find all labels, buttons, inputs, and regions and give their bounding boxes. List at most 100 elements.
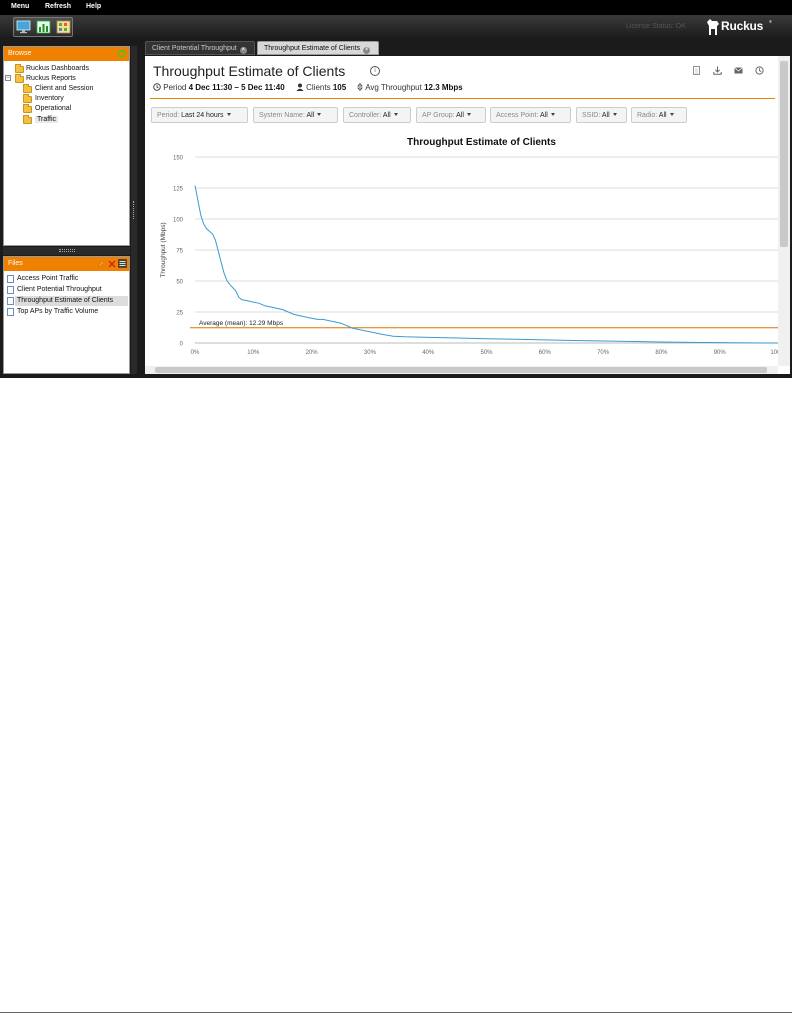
x-tick-label: 80% <box>655 350 668 356</box>
tab-throughput-estimate-of-clients[interactable]: Throughput Estimate of Clients × <box>257 41 379 55</box>
clients-label: Clients <box>306 83 331 92</box>
x-tick-label: 20% <box>306 350 319 356</box>
file-item-top-aps-by-traffic-volume[interactable]: Top APs by Traffic Volume <box>17 308 98 315</box>
refresh-icon[interactable] <box>117 49 126 58</box>
x-tick-label: 60% <box>539 350 552 356</box>
brand-logo: Ruckus ® <box>705 16 773 38</box>
tree-item-ruckus-dashboards[interactable]: Ruckus Dashboards <box>26 65 89 72</box>
y-tick-label: 100 <box>173 218 184 224</box>
filter-label: SSID: <box>582 112 601 119</box>
file-item-access-point-traffic[interactable]: Access Point Traffic <box>17 275 78 282</box>
download-icon[interactable] <box>713 66 722 75</box>
filter-label: AP Group: <box>422 112 455 119</box>
tree-item-ruckus-reports[interactable]: Ruckus Reports <box>26 75 76 82</box>
schedule-clock-icon[interactable] <box>755 66 764 75</box>
email-icon[interactable] <box>734 66 743 75</box>
filter-value: All <box>456 112 464 119</box>
chevron-down-icon <box>226 113 231 116</box>
chart-title: Throughput Estimate of Clients <box>407 137 556 148</box>
ruckus-dog-icon <box>707 19 719 35</box>
csv-file-icon[interactable] <box>692 66 701 75</box>
filter-radio[interactable]: Radio: All <box>631 107 687 123</box>
filter-ssid[interactable]: SSID: All <box>576 107 627 123</box>
vertical-scrollbar[interactable] <box>778 56 790 366</box>
avg-throughput-value: 12.3 Mbps <box>424 83 463 92</box>
open-folder-icon <box>23 115 32 124</box>
report-chart-icon[interactable] <box>36 20 51 34</box>
filter-value: All <box>306 112 315 119</box>
filter-system-name[interactable]: System Name: All <box>253 107 338 123</box>
tab-label: Client Potential Throughput <box>152 45 237 52</box>
clients-value: 105 <box>332 83 347 92</box>
menu-item-refresh[interactable]: Refresh <box>45 3 71 10</box>
report-meta: Period 4 Dec 11:30 – 5 Dec 11:40 Clients… <box>153 82 463 92</box>
chevron-down-icon <box>317 113 322 116</box>
x-tick-label: 40% <box>422 350 435 356</box>
document-icon <box>7 275 14 283</box>
filter-value: All <box>382 112 391 119</box>
files-panel-header: Files <box>4 257 129 271</box>
tree-item-client-and-session[interactable]: Client and Session <box>35 85 93 92</box>
horizontal-splitter[interactable] <box>3 247 130 255</box>
x-tick-label: 0% <box>191 350 200 356</box>
chevron-down-icon <box>466 113 471 116</box>
page-bottom-rule <box>0 1012 792 1013</box>
filter-label: Access Point: <box>496 112 539 119</box>
avg-throughput-label: Avg Throughput <box>365 83 422 92</box>
tab-label: Throughput Estimate of Clients <box>264 45 361 52</box>
tree-item-traffic[interactable]: Traffic <box>35 116 59 123</box>
report-title: Throughput Estimate of Clients <box>153 63 346 79</box>
folder-icon <box>23 94 32 103</box>
y-tick-label: 75 <box>176 249 183 255</box>
filter-label: Period: <box>157 112 180 119</box>
updown-arrows-icon <box>357 82 364 92</box>
files-panel-title: Files <box>8 260 23 267</box>
filter-controller[interactable]: Controller: All <box>343 107 411 123</box>
x-tick-label: 100% <box>770 350 778 356</box>
filter-ap-group[interactable]: AP Group: All <box>416 107 486 123</box>
file-item-client-potential-throughput[interactable]: Client Potential Throughput <box>17 286 102 293</box>
x-tick-label: 50% <box>480 350 493 356</box>
tree-item-operational[interactable]: Operational <box>35 105 71 112</box>
filter-value: All <box>658 112 667 119</box>
filter-access-point[interactable]: Access Point: All <box>490 107 571 123</box>
user-icon <box>296 83 304 91</box>
folder-icon <box>15 64 24 73</box>
clock-icon <box>153 83 161 91</box>
filter-label: Controller: <box>349 112 382 119</box>
files-panel: Files Access Point Traffic Client Potent… <box>3 256 130 374</box>
calendar-grid-icon[interactable] <box>56 20 71 34</box>
close-icon[interactable]: × <box>239 47 247 54</box>
filter-period[interactable]: Period: Last 24 hours <box>151 107 248 123</box>
tab-client-potential-throughput[interactable]: Client Potential Throughput × <box>145 41 255 55</box>
menu-item-menu[interactable]: Menu <box>11 3 29 10</box>
vertical-splitter[interactable] <box>131 46 137 374</box>
tree-item-inventory[interactable]: Inventory <box>35 95 64 102</box>
period-label: Period <box>163 83 187 92</box>
y-tick-label: 150 <box>173 156 184 162</box>
title-divider <box>150 98 775 99</box>
browse-panel-title: Browse <box>8 50 32 57</box>
toolbar-button-group <box>13 17 73 37</box>
y-tick-label: 0 <box>180 342 184 348</box>
file-item-throughput-estimate-of-clients[interactable]: Throughput Estimate of Clients <box>17 297 113 304</box>
browse-panel: Browse Ruckus Dashboards − Ruckus Report… <box>3 46 130 246</box>
list-view-icon[interactable] <box>118 259 127 268</box>
horizontal-scrollbar[interactable] <box>145 366 778 374</box>
open-folder-icon <box>15 74 24 83</box>
edit-icon[interactable] <box>98 260 105 268</box>
filter-label: System Name: <box>259 112 305 119</box>
collapse-icon[interactable]: − <box>5 75 11 81</box>
x-tick-label: 30% <box>364 350 377 356</box>
menu-item-help[interactable]: Help <box>86 3 101 10</box>
monitor-icon[interactable] <box>16 20 31 34</box>
y-tick-label: 125 <box>173 187 184 193</box>
y-tick-label: 25 <box>176 311 183 317</box>
report-content: Throughput Estimate of Clients i Period … <box>145 56 790 374</box>
delete-icon[interactable] <box>108 260 116 268</box>
folder-icon <box>23 84 32 93</box>
registered-mark: ® <box>769 19 772 24</box>
close-icon[interactable]: × <box>363 47 371 54</box>
app-window: Menu Refresh Help License Status: OK Ruc… <box>0 0 792 378</box>
info-icon[interactable]: i <box>370 66 380 76</box>
